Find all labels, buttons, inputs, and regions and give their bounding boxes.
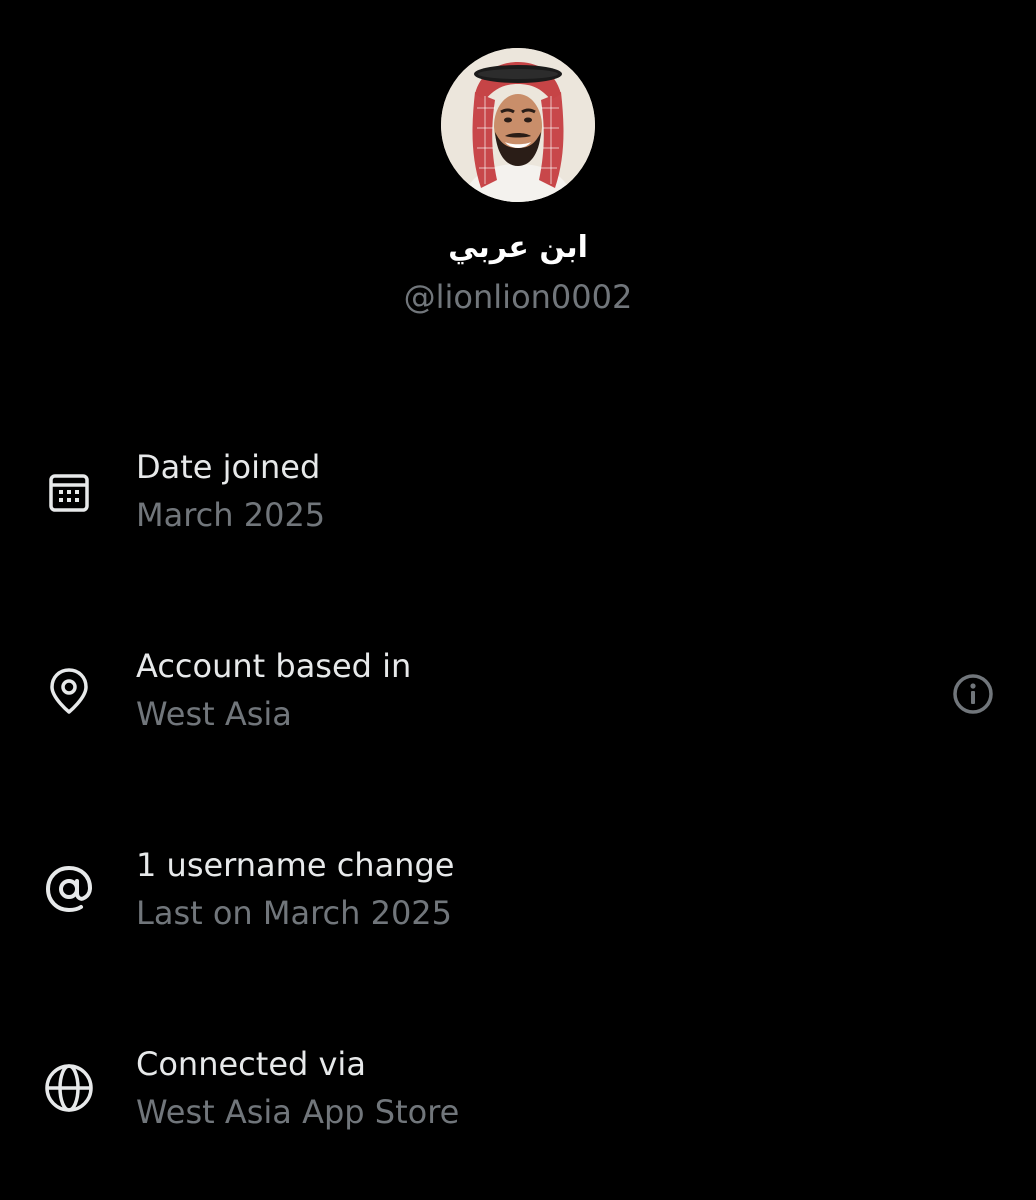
info-icon[interactable] [946, 667, 1000, 721]
account-info-page: ابن عربي @lionlion0002 Date joined March… [0, 0, 1036, 1200]
username-handle: @lionlion0002 [403, 278, 633, 316]
avatar[interactable] [441, 48, 595, 202]
date-joined-value: March 2025 [136, 496, 326, 534]
at-sign-icon [40, 860, 98, 918]
info-row-username-change: 1 username change Last on March 2025 [0, 844, 1036, 954]
connected-via-label: Connected via [136, 1045, 366, 1083]
info-row-account-based-in: Account based in West Asia [0, 645, 1036, 755]
username-change-label: 1 username change [136, 846, 455, 884]
display-name: ابن عربي [448, 230, 588, 265]
account-based-in-label: Account based in [136, 647, 412, 685]
globe-icon [40, 1059, 98, 1117]
calendar-icon [40, 464, 98, 522]
date-joined-label: Date joined [136, 448, 321, 486]
account-based-in-value: West Asia [136, 695, 292, 733]
avatar-portrait [441, 48, 595, 202]
location-pin-icon [40, 662, 98, 720]
connected-via-value: West Asia App Store [136, 1093, 460, 1131]
username-change-value: Last on March 2025 [136, 894, 453, 932]
info-row-connected-via: Connected via West Asia App Store [0, 1043, 1036, 1153]
info-row-date-joined: Date joined March 2025 [0, 446, 1036, 556]
